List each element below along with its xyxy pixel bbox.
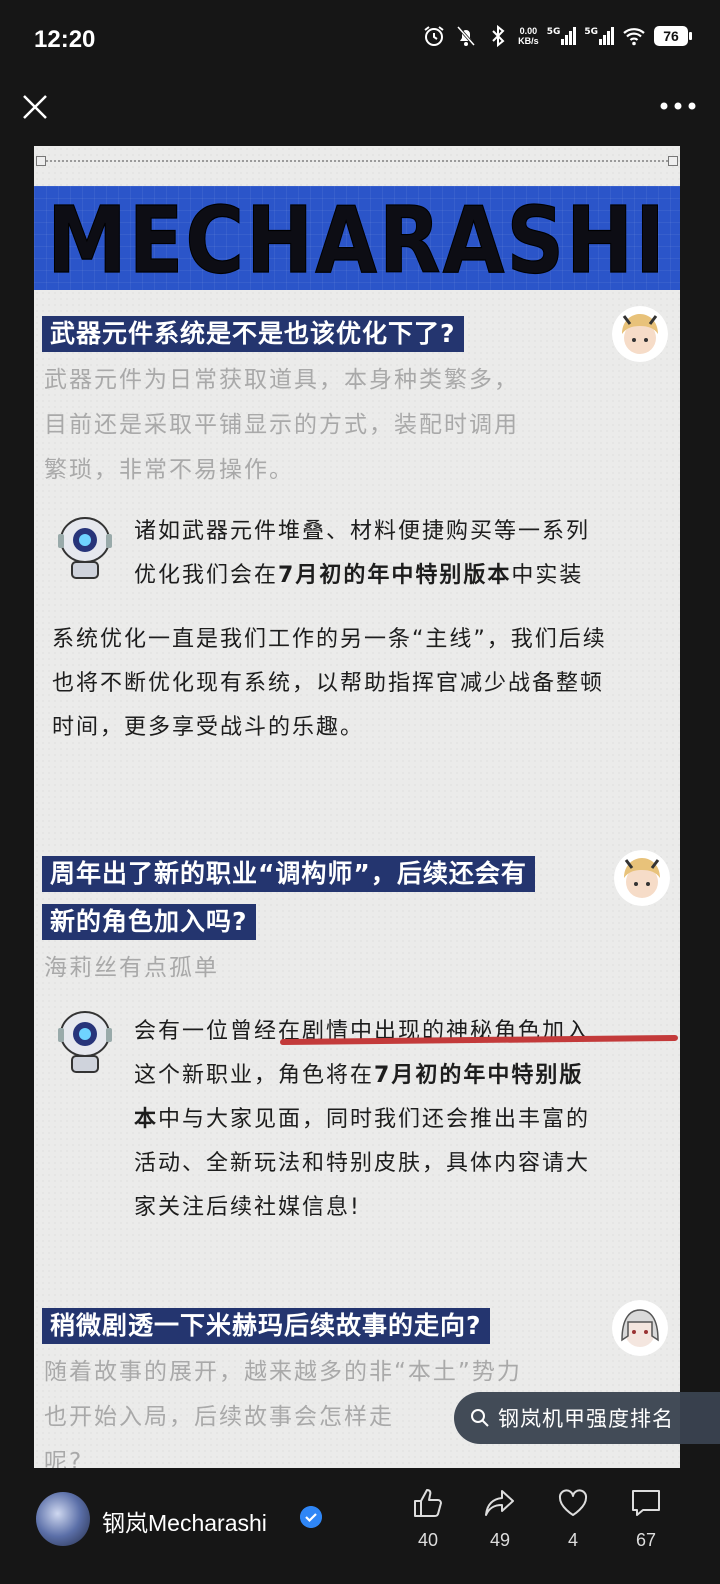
corner-mark xyxy=(668,156,678,166)
more-options-icon[interactable] xyxy=(658,100,698,112)
thumbs-up-icon xyxy=(414,1489,442,1517)
verified-badge-icon xyxy=(300,1506,322,1528)
comment-count: 67 xyxy=(635,1530,657,1550)
comment-button[interactable]: 67 xyxy=(624,1486,668,1551)
favorite-count: 4 xyxy=(567,1530,578,1550)
answer-text: 诸如武器元件堆叠、材料便捷购买等一系列 优化我们会在7月初的年中特别版本中实装 xyxy=(134,519,591,588)
robot-avatar-icon xyxy=(58,517,112,579)
status-bar: 12:20 0.00 KB/s 5G 5G 76 xyxy=(0,0,720,78)
question-heading: 稍微剧透一下米赫玛后续故事的走向? xyxy=(42,1308,490,1344)
question-heading: 新的角色加入吗? xyxy=(42,904,256,940)
corner-mark xyxy=(36,156,46,166)
heart-icon xyxy=(558,1489,588,1516)
author-avatar[interactable] xyxy=(36,1492,90,1546)
favorite-button[interactable]: 4 xyxy=(551,1486,595,1551)
banner-title: MECHARASHI xyxy=(47,186,667,294)
search-icon xyxy=(471,1409,489,1427)
status-icons: 0.00 KB/s 5G 5G 76 xyxy=(422,24,692,48)
close-icon[interactable] xyxy=(20,92,50,122)
wifi-icon xyxy=(623,28,645,46)
related-search-chip[interactable]: 钢岚机甲强度排名 xyxy=(454,1392,720,1444)
question-heading: 周年出了新的职业“调构师”，后续还会有 xyxy=(42,856,535,892)
share-count: 49 xyxy=(489,1530,511,1550)
mute-bell-icon xyxy=(457,26,476,46)
article-image: MECHARASHI 武器元件系统是不是也该优化下了? 武器元件为日常获取道具，… xyxy=(34,146,680,1468)
battery-indicator: 76 xyxy=(654,26,692,46)
question-intro: 武器元件为日常获取道具，本身种类繁多， 目前还是采取平铺显示的方式，装配时调用 … xyxy=(44,367,519,483)
question-heading: 武器元件系统是不是也该优化下了? xyxy=(42,316,464,352)
like-button[interactable]: 40 xyxy=(406,1486,450,1551)
character-avatar-icon xyxy=(612,306,668,362)
robot-avatar-icon xyxy=(58,1011,112,1073)
note-text: 系统优化一直是我们工作的另一条“主线”，我们后续 也将不断优化现有系统，以帮助指… xyxy=(52,627,607,740)
clock: 12:20 xyxy=(34,26,96,53)
question-intro: 海莉丝有点孤单 xyxy=(44,955,219,981)
character-avatar-icon xyxy=(614,850,670,906)
title-banner: MECHARASHI xyxy=(34,186,680,295)
top-bar xyxy=(0,78,720,148)
author-name[interactable]: 钢岚Mecharashi xyxy=(102,1504,267,1538)
signal-sim1: 5G xyxy=(547,27,577,45)
share-icon xyxy=(485,1490,514,1516)
alarm-icon xyxy=(424,26,444,46)
bluetooth-icon xyxy=(492,24,505,48)
bottom-action-bar: 钢岚Mecharashi 40 49 4 67 xyxy=(0,1468,720,1584)
comment-icon xyxy=(632,1490,660,1516)
character-avatar-icon xyxy=(612,1300,668,1356)
search-chip-label: 钢岚机甲强度排名 xyxy=(498,1407,674,1431)
question-intro: 随着故事的展开，越来越多的非“本土”势力 也开始入局，后续故事会怎样走 呢? xyxy=(44,1359,522,1468)
like-count: 40 xyxy=(417,1530,439,1550)
share-button[interactable]: 49 xyxy=(478,1486,522,1551)
signal-sim2: 5G xyxy=(584,27,614,45)
net-speed: 0.00 KB/s xyxy=(518,26,539,46)
divider xyxy=(38,160,676,162)
